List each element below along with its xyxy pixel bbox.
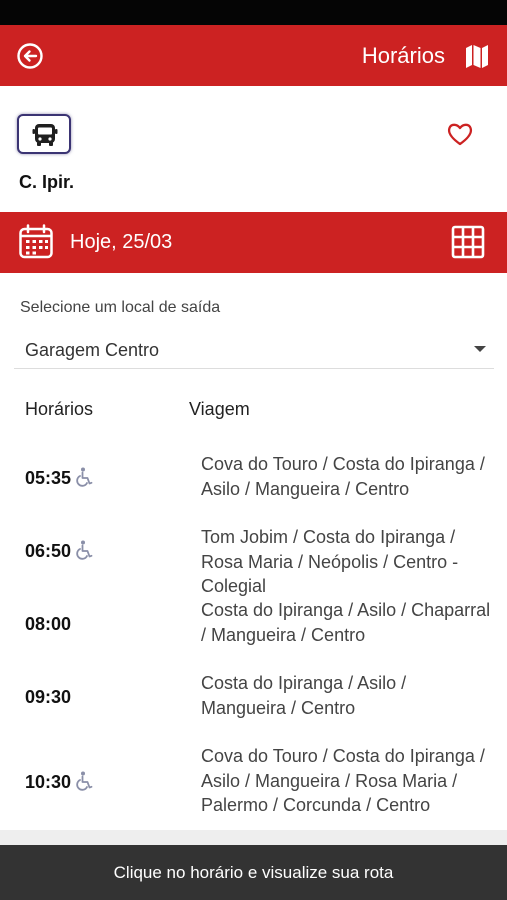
trip-route: Costa do Ipiranga / Asilo / Chaparral / … <box>201 600 491 645</box>
schedule-row[interactable]: 06:50 Tom Jobim / Costa do Ipiranga / Ro… <box>0 513 507 596</box>
wheelchair-accessible-icon <box>75 771 93 791</box>
trip-route: Cova do Touro / Costa do Ipiranga / Asil… <box>201 454 485 499</box>
schedule-row[interactable]: 05:35 Cova do Touro / Costa do Ipiranga … <box>0 440 507 513</box>
schedule-list: 05:35 Cova do Touro / Costa do Ipiranga … <box>0 440 507 830</box>
favorite-heart-icon[interactable] <box>446 121 474 147</box>
date-label[interactable]: Hoje, 25/03 <box>70 231 172 254</box>
wheelchair-accessible-icon <box>75 540 93 560</box>
wheelchair-accessible-icon <box>75 467 93 487</box>
back-icon[interactable] <box>16 42 44 70</box>
page-title: Horários <box>361 43 445 68</box>
trip-route: Costa do Ipiranga / Asilo / Mangueira / … <box>201 673 407 718</box>
date-bar: Hoje, 25/03 <box>0 212 507 273</box>
app-bar: Horários <box>0 25 507 86</box>
origin-label: Selecione um local de saída <box>20 299 221 316</box>
status-bar <box>0 0 507 25</box>
list-end-divider <box>0 830 507 845</box>
dropdown-arrow-icon <box>474 346 486 352</box>
bus-badge <box>17 114 71 154</box>
departure-time: 08:00 <box>25 614 72 634</box>
origin-selected-value: Garagem Centro <box>25 340 160 360</box>
line-name: C. Ipir. <box>19 172 75 192</box>
departure-time: 09:30 <box>25 687 72 707</box>
route-hint-bar[interactable]: Clique no horário e visualize sua rota <box>0 845 507 900</box>
schedule-row[interactable]: 09:30 Costa do Ipiranga / Asilo / Mangue… <box>0 659 507 732</box>
line-header: C. Ipir. <box>0 86 507 212</box>
grid-icon[interactable] <box>451 225 485 259</box>
calendar-icon[interactable] <box>18 224 54 260</box>
departure-time: 05:35 <box>25 468 72 488</box>
trip-column-header: Viagem <box>189 399 250 419</box>
origin-select[interactable]: Garagem Centro <box>14 332 494 369</box>
time-column-header: Horários <box>25 399 94 419</box>
schedule-row[interactable]: 08:00 Costa do Ipiranga / Asilo / Chapar… <box>0 586 507 659</box>
route-hint-text: Clique no horário e visualize sua rota <box>113 863 394 882</box>
departure-time: 10:30 <box>25 772 72 792</box>
trip-route: Cova do Touro / Costa do Ipiranga / Asil… <box>201 746 485 815</box>
departure-time: 06:50 <box>25 541 72 561</box>
schedule-row[interactable]: 10:30 Cova do Touro / Costa do Ipiranga … <box>0 732 507 830</box>
map-icon[interactable] <box>464 43 490 69</box>
